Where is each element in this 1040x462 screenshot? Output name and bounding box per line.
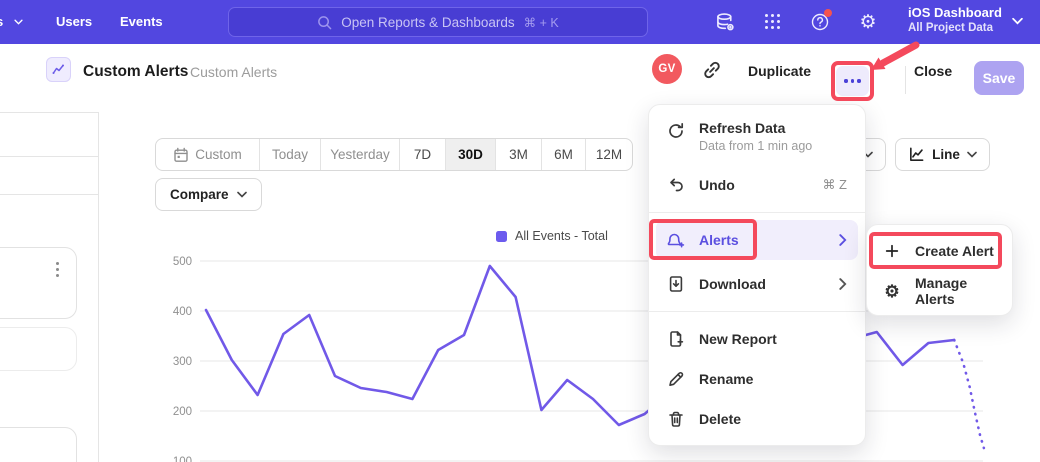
rail-card[interactable] [0,327,77,371]
rail-card[interactable] [0,427,77,462]
project-subtitle: All Project Data [908,22,1002,34]
close-button[interactable]: Close [914,63,952,79]
help-icon[interactable] [809,11,831,33]
nav-item-events[interactable]: Events [120,14,163,29]
svg-text:300: 300 [173,356,192,368]
search-shortcut: ⌘ + K [524,15,559,30]
top-navigation-bar: s Users Events Open Reports & Dashboards… [0,0,1040,44]
search-icon [317,15,332,30]
date-range-selector: Custom Today Yesterday 7D 30D 3M 6M 12M [155,138,633,171]
gear-icon: ⚙ [883,282,901,300]
legend-swatch [496,231,507,242]
nav-item-users[interactable]: Users [56,14,92,29]
range-12m[interactable]: 12M [585,139,632,170]
menu-label: Create Alert [915,243,996,259]
range-3m[interactable]: 3M [495,139,541,170]
menu-divider [649,212,865,213]
menu-sublabel: Data from 1 min ago [699,139,812,153]
search-placeholder: Open Reports & Dashboards [341,15,514,30]
menu-label: Manage Alerts [915,275,996,307]
more-options-menu: Refresh Data Data from 1 min ago Undo ⌘ … [648,104,866,446]
range-30d-selected[interactable]: 30D [445,139,495,170]
range-yesterday[interactable]: Yesterday [320,139,399,170]
svg-text:400: 400 [173,306,192,318]
save-button[interactable]: Save [974,61,1024,95]
pencil-icon [667,370,685,388]
more-options-button[interactable] [836,66,869,96]
global-search-input[interactable]: Open Reports & Dashboards ⌘ + K [228,7,648,37]
range-6m[interactable]: 6M [541,139,585,170]
chevron-right-icon [839,278,847,290]
menu-item-refresh-data[interactable]: Refresh Data Data from 1 min ago [649,117,865,165]
submenu-item-manage-alerts[interactable]: ⚙ Manage Alerts [867,271,1012,311]
submenu-item-create-alert[interactable]: Create Alert [867,231,1012,271]
apps-grid-icon[interactable] [762,11,784,33]
chevron-down-icon [14,19,23,25]
svg-text:500: 500 [173,256,192,268]
trash-icon [667,410,685,428]
duplicate-button[interactable]: Duplicate [748,63,811,79]
menu-label: New Report [699,331,847,347]
menu-label: Delete [699,411,847,427]
chevron-down-icon [237,191,247,198]
range-today[interactable]: Today [259,139,320,170]
rail-divider [0,156,98,157]
menu-item-new-report[interactable]: New Report [649,319,865,359]
settings-gear-icon[interactable]: ⚙ [857,11,879,33]
menu-label: Download [699,276,825,292]
legend-label: All Events - Total [515,229,608,243]
copy-link-icon[interactable] [702,60,722,80]
menu-item-alerts[interactable]: Alerts [656,220,858,260]
svg-text:200: 200 [173,406,192,418]
menu-label: Rename [699,371,847,387]
content-divider [98,112,99,462]
rail-divider [0,112,98,113]
app-window: 500 400 300 200 100 All Events - Total Custo… [0,0,1040,462]
page-title: Custom Alerts [83,63,188,81]
range-7d[interactable]: 7D [399,139,445,170]
plus-icon [883,242,901,260]
card-kebab-menu-icon[interactable] [50,258,64,280]
avatar[interactable]: GV [652,54,682,84]
rail-divider [0,194,98,195]
insights-report-icon [46,57,71,82]
refresh-icon [667,122,685,140]
alerts-submenu: Create Alert ⚙ Manage Alerts [866,224,1013,316]
rail-card[interactable] [0,247,77,319]
menu-item-rename[interactable]: Rename [649,359,865,399]
menu-item-download[interactable]: Download [649,264,865,304]
chevron-right-icon [839,234,847,246]
menu-label: Alerts [699,232,825,248]
undo-icon [667,176,685,194]
menu-shortcut: ⌘ Z [822,177,847,193]
project-switcher[interactable]: iOS Dashboard All Project Data [908,5,1002,34]
chart-type-button[interactable]: Line [895,138,990,171]
data-management-icon[interactable] [714,11,736,33]
menu-label: Undo [699,177,808,193]
download-icon [667,275,685,293]
breadcrumb[interactable]: Custom Alerts [190,64,277,80]
menu-item-undo[interactable]: Undo ⌘ Z [649,165,865,205]
menu-label: Refresh Data [699,120,785,136]
calendar-icon [173,147,189,163]
bell-plus-icon [667,231,685,249]
line-chart-icon [908,146,925,163]
chart-legend: All Events - Total [496,229,608,243]
notification-dot [824,9,832,17]
header-divider [905,66,906,94]
chevron-down-icon [1012,17,1023,25]
report-header: Custom Alerts Custom Alerts GV Duplicate… [0,44,1040,112]
compare-button[interactable]: Compare [155,178,262,211]
project-title: iOS Dashboard [908,5,1002,20]
menu-divider [649,311,865,312]
new-report-icon [667,330,685,348]
svg-text:100: 100 [173,456,192,462]
menu-item-delete[interactable]: Delete [649,399,865,439]
chevron-down-icon [967,151,977,158]
range-custom[interactable]: Custom [156,139,259,170]
nav-item-partial[interactable]: s [0,14,3,29]
